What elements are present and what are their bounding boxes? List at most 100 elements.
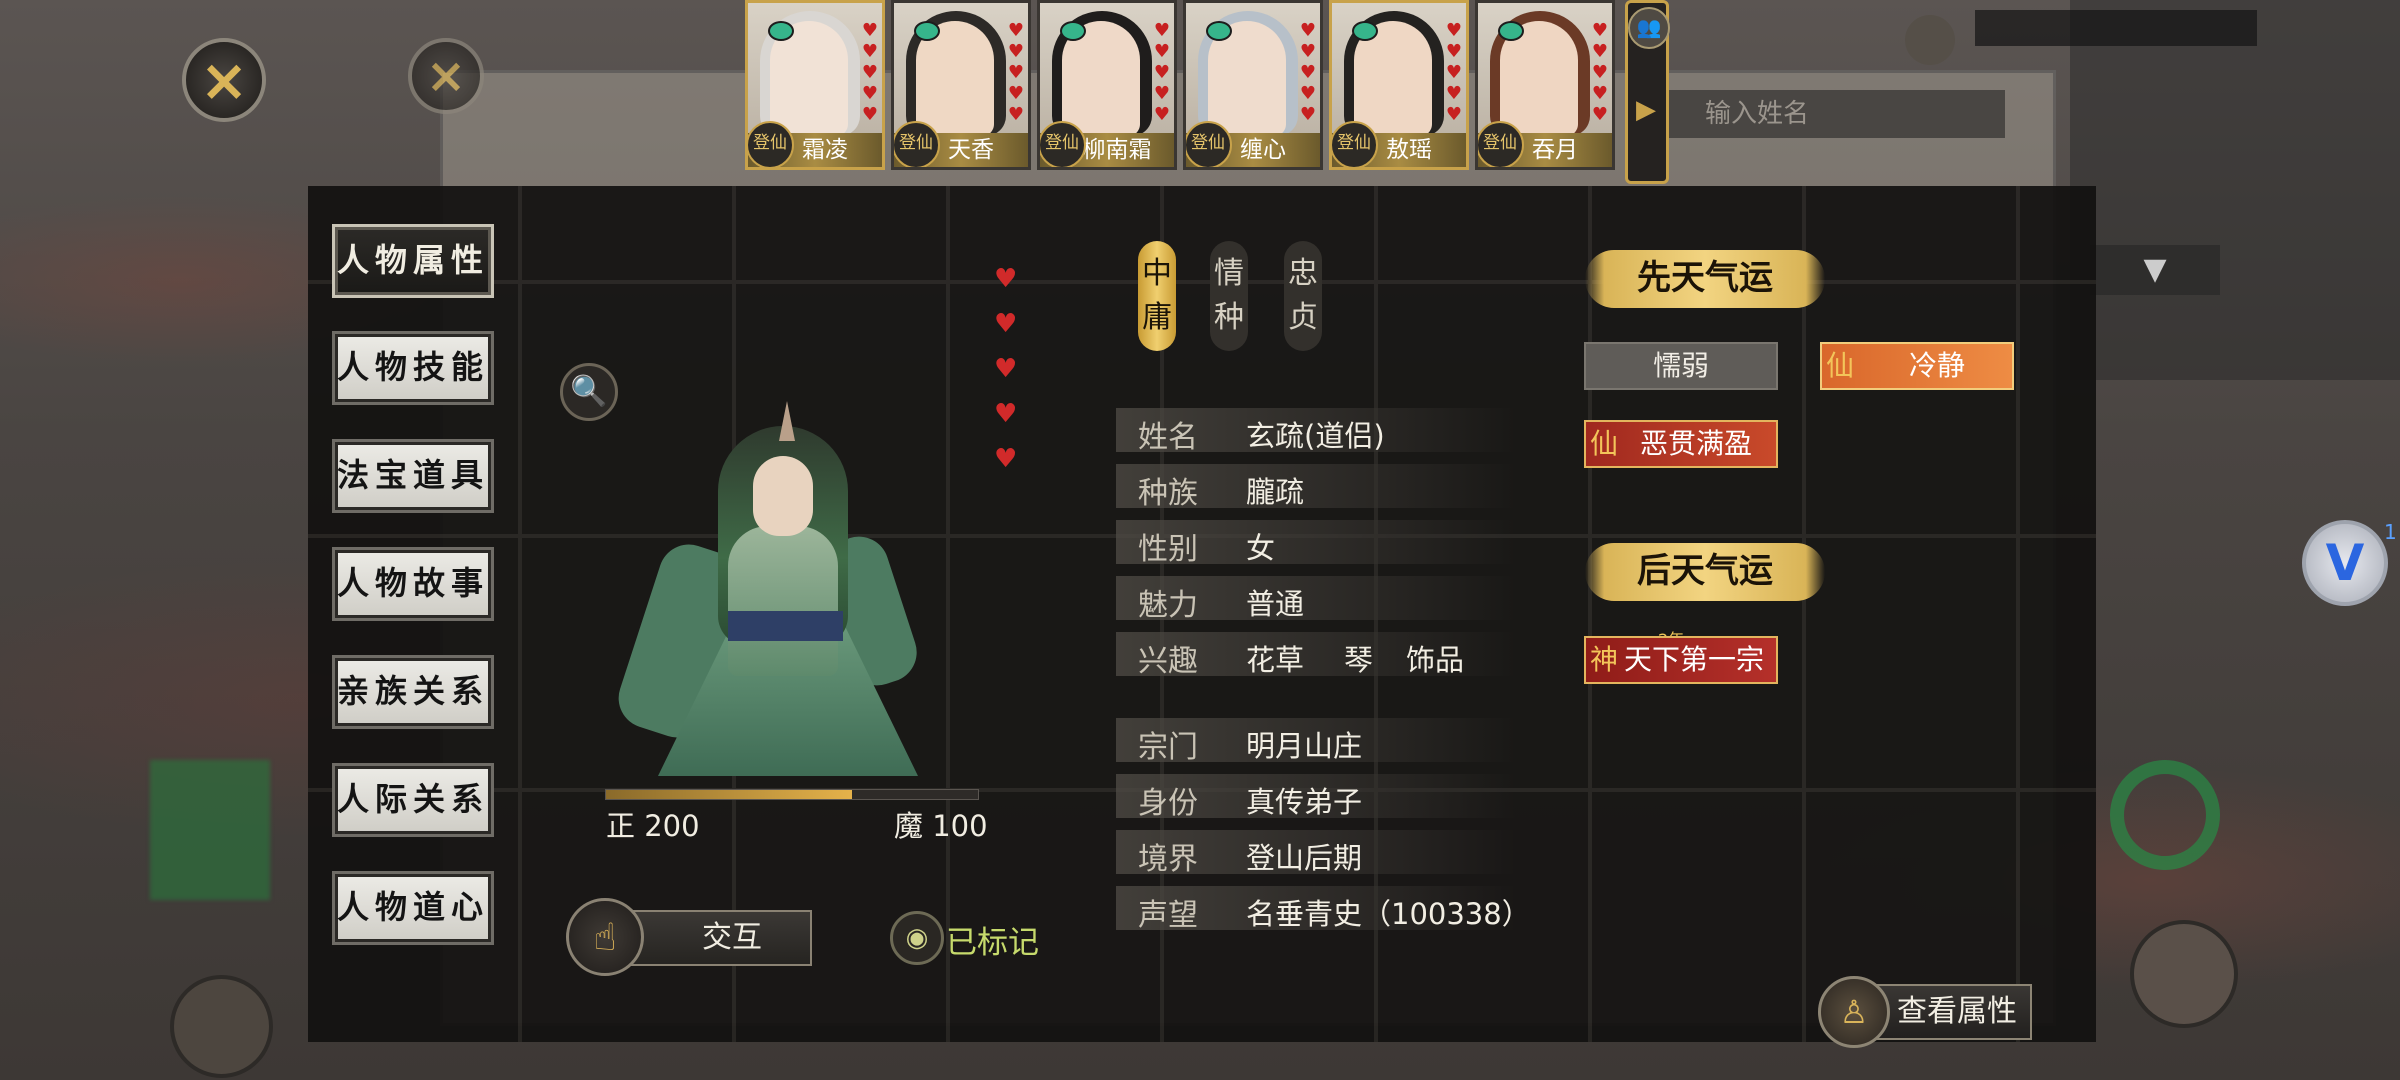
- morality-bar-fill: [606, 790, 852, 799]
- divine-icon: 神: [1590, 643, 1619, 676]
- hobby-item: 琴: [1344, 643, 1374, 677]
- tab-character-skills[interactable]: 人物技能: [332, 331, 494, 405]
- attr-row-sect: 宗门 明月山庄: [1116, 718, 1516, 765]
- watch-eye-icon: [768, 21, 794, 41]
- heart-icon: ♥: [1007, 83, 1024, 104]
- scroll-right-icon[interactable]: ▶: [1636, 95, 1656, 125]
- attr-value: 明月山庄: [1246, 729, 1363, 763]
- interact-label: 交互: [626, 910, 812, 966]
- attr-value: 真传弟子: [1246, 785, 1363, 819]
- heart-icon: ♥: [1591, 20, 1608, 41]
- watch-eye-icon: [1498, 21, 1524, 41]
- righteous-value: 正 200: [606, 809, 700, 843]
- realm-badge-icon: 登仙: [1478, 121, 1524, 167]
- eye-icon: ◉: [890, 911, 944, 965]
- heart-icon: ♥: [1153, 62, 1170, 83]
- tab-treasures-items[interactable]: 法宝道具: [332, 439, 494, 513]
- close-button[interactable]: ×: [182, 38, 266, 122]
- tab-social-relations[interactable]: 人际关系: [332, 763, 494, 837]
- heart-icon: ♥: [994, 309, 1018, 339]
- heart-icon: ♥: [994, 444, 1018, 474]
- background-glow: [150, 760, 270, 900]
- heart-icon: ♥: [861, 41, 878, 62]
- portrait-horn: [779, 401, 795, 441]
- heart-icon: ♥: [1007, 62, 1024, 83]
- tab-character-story[interactable]: 人物故事: [332, 547, 494, 621]
- trait-label: 恶贯满盈: [1639, 427, 1752, 460]
- heart-icon: ♥: [1445, 20, 1462, 41]
- trait-label: 天下第一宗: [1623, 643, 1764, 676]
- attr-value: 名垂青史（100338）: [1246, 897, 1531, 931]
- personality-tag-char: 情: [1214, 256, 1244, 291]
- background-avatar: [170, 975, 273, 1078]
- heart-icon: ♥: [994, 399, 1018, 429]
- card-hearts: ♥ ♥ ♥ ♥ ♥: [1154, 21, 1170, 124]
- character-card[interactable]: ♥ ♥ ♥ ♥ ♥ 霜凌 登仙: [745, 0, 885, 170]
- heart-icon: ♥: [861, 20, 878, 41]
- immortal-icon: 仙: [1590, 427, 1619, 460]
- attr-key: 姓名: [1138, 420, 1198, 455]
- attr-row-name: 姓名 玄疏(道侣): [1116, 408, 1516, 455]
- close-button-background: ×: [408, 38, 484, 114]
- personality-tag-char: 庸: [1142, 300, 1172, 335]
- tab-dao-heart[interactable]: 人物道心: [332, 871, 494, 945]
- card-hearts: ♥ ♥ ♥ ♥ ♥: [1446, 21, 1462, 124]
- attr-row-race: 种族 朧疏: [1116, 464, 1516, 511]
- interact-button[interactable]: 交互 ☝: [566, 898, 814, 976]
- acquired-fortune-title: 后天气运: [1585, 543, 1825, 601]
- character-detail-panel: 人物属性 人物技能 法宝道具 人物故事 亲族关系 人际关系 人物道心 🔍 ♥ ♥ ♥…: [308, 186, 2096, 1048]
- innate-fortune-title: 先天气运: [1585, 250, 1825, 308]
- attr-value: 登山后期: [1246, 841, 1363, 875]
- floating-assistant-button[interactable]: V: [2302, 520, 2388, 606]
- view-attributes-button[interactable]: 查看属性 ♙: [1818, 976, 2032, 1048]
- character-portrait: [578, 356, 968, 786]
- tab-character-attributes[interactable]: 人物属性: [332, 224, 494, 298]
- attr-key: 身份: [1138, 786, 1198, 821]
- heart-icon: ♥: [1153, 41, 1170, 62]
- background-card: [2070, 0, 2400, 380]
- heart-icon: ♥: [861, 62, 878, 83]
- watch-eye-icon: [1060, 21, 1086, 41]
- attr-key: 魅力: [1138, 588, 1198, 623]
- character-card[interactable]: ♥ ♥ ♥ ♥ ♥ 敖瑶 登仙: [1329, 0, 1469, 170]
- attr-row-reputation: 声望 名垂青史（100338）: [1116, 886, 1531, 933]
- personality-tag: 情种: [1210, 241, 1248, 351]
- trait-badge[interactable]: 神 天下第一宗: [1584, 636, 1778, 684]
- attr-row-gender: 性别 女: [1116, 520, 1516, 567]
- heart-icon: ♥: [1591, 41, 1608, 62]
- card-hearts: ♥ ♥ ♥ ♥ ♥: [862, 21, 878, 124]
- heart-icon: ♥: [1299, 41, 1316, 62]
- realm-badge-icon: 登仙: [894, 121, 940, 167]
- watch-eye-icon: [1206, 21, 1232, 41]
- people-icon[interactable]: 👥: [1628, 7, 1670, 49]
- heart-icon: ♥: [1153, 104, 1170, 125]
- tab-family-relations[interactable]: 亲族关系: [332, 655, 494, 729]
- heart-icon: ♥: [994, 264, 1018, 294]
- immortal-icon: 仙: [1826, 349, 1855, 382]
- watch-eye-icon: [914, 21, 940, 41]
- demonic-value: 魔 100: [894, 809, 988, 843]
- character-card[interactable]: ♥ ♥ ♥ ♥ ♥ 缠心 登仙: [1183, 0, 1323, 170]
- character-card[interactable]: ♥ ♥ ♥ ♥ ♥ 吞月 登仙: [1475, 0, 1615, 170]
- attr-key: 境界: [1138, 842, 1198, 877]
- card-hearts: ♥ ♥ ♥ ♥ ♥: [1300, 21, 1316, 124]
- trait-badge[interactable]: 仙 冷静: [1820, 342, 2014, 390]
- heart-icon: ♥: [1445, 62, 1462, 83]
- trait-label: 冷静: [1908, 349, 1965, 382]
- portrait-body: [728, 526, 838, 676]
- realm-badge-icon: 登仙: [1332, 121, 1378, 167]
- character-card[interactable]: ♥ ♥ ♥ ♥ ♥ 天香 登仙: [891, 0, 1031, 170]
- character-card[interactable]: ♥ ♥ ♥ ♥ ♥ 柳南霜 登仙: [1037, 0, 1177, 170]
- character-strip: ♥ ♥ ♥ ♥ ♥ 霜凌 登仙 ♥ ♥ ♥ ♥ ♥ 天香 登仙 ♥ ♥ ♥ ♥ ♥ 柳南霜 登仙 ♥ ♥ ♥ ♥ ♥ 缠心 登仙 ♥ ♥ ♥…: [745, 0, 1665, 180]
- chevron-down-icon: ▼: [2090, 245, 2220, 295]
- heart-icon: ♥: [1591, 62, 1608, 83]
- attr-value: 女: [1246, 531, 1276, 565]
- affection-hearts: ♥ ♥ ♥ ♥ ♥: [994, 264, 1018, 474]
- view-attributes-label: 查看属性: [1874, 984, 2032, 1040]
- attr-value: 普通: [1246, 587, 1305, 621]
- trait-badge[interactable]: 仙 恶贯满盈: [1584, 420, 1778, 468]
- realm-badge-icon: 登仙: [748, 121, 794, 167]
- attr-key: 种族: [1138, 476, 1198, 511]
- personality-tag-char: 忠: [1288, 256, 1318, 291]
- trait-badge[interactable]: 懦弱: [1584, 342, 1778, 390]
